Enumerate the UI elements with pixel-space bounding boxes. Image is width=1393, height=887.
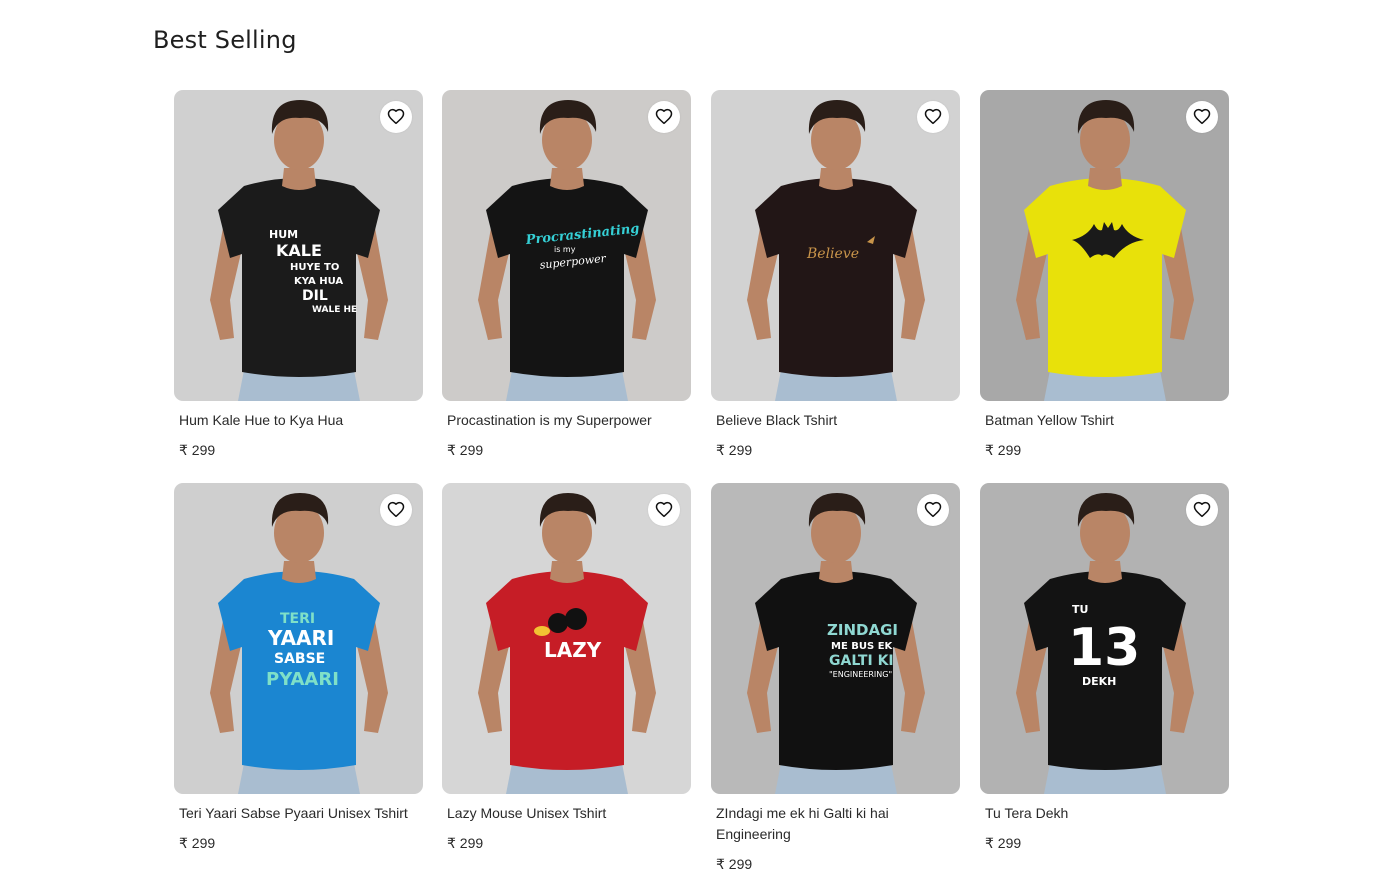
svg-text:GALTI KI: GALTI KI [829,653,894,669]
svg-text:PYAARI: PYAARI [266,669,339,690]
product-image[interactable]: ZINDAGI ME BUS EK GALTI KI "ENGINEERING" [711,483,960,794]
product-price: ₹ 299 [447,442,484,458]
product-photo[interactable]: LAZY [442,483,691,794]
product-price: ₹ 299 [985,835,1022,851]
product-card[interactable]: Batman Yellow Tshirt ₹ 299 [980,90,1229,460]
product-price: ₹ 299 [447,835,484,851]
product-card[interactable]: ZINDAGI ME BUS EK GALTI KI "ENGINEERING"… [711,483,960,874]
product-photo[interactable]: Believe [711,90,960,401]
product-image[interactable] [980,90,1229,401]
svg-text:LAZY: LAZY [544,638,602,662]
product-name[interactable]: Lazy Mouse Unisex Tshirt [447,803,677,824]
product-photo[interactable] [980,90,1229,401]
svg-text:KALE: KALE [276,241,322,260]
product-image[interactable]: LAZY [442,483,691,794]
product-price: ₹ 299 [179,442,216,458]
wishlist-button[interactable] [380,494,412,526]
svg-text:DIL: DIL [302,288,328,304]
svg-text:HUM: HUM [269,228,298,241]
heart-outline-icon [1193,108,1211,125]
heart-outline-icon [655,108,673,125]
heart-outline-icon [1193,501,1211,518]
product-photo[interactable]: ZINDAGI ME BUS EK GALTI KI "ENGINEERING" [711,483,960,794]
heart-outline-icon [655,501,673,518]
svg-text:13: 13 [1068,618,1140,678]
product-image[interactable]: Procrastinating is my superpower [442,90,691,401]
product-name[interactable]: Hum Kale Hue to Kya Hua [179,410,409,431]
product-card[interactable]: LAZY Lazy Mouse Unisex Tshirt ₹ 299 [442,483,691,853]
product-name[interactable]: Tu Tera Dekh [985,803,1215,824]
svg-text:YAARI: YAARI [267,626,334,650]
product-name[interactable]: Teri Yaari Sabse Pyaari Unisex Tshirt [179,803,409,824]
wishlist-button[interactable] [917,494,949,526]
product-name[interactable]: Procastination is my Superpower [447,410,677,431]
wishlist-button[interactable] [917,101,949,133]
svg-text:SABSE: SABSE [274,651,325,667]
product-photo[interactable]: HUM KALE HUYE TO KYA HUA DIL WALE HE [174,90,423,401]
product-card[interactable]: HUM KALE HUYE TO KYA HUA DIL WALE HE Hum… [174,90,423,460]
product-name[interactable]: Batman Yellow Tshirt [985,410,1215,431]
svg-text:ZINDAGI: ZINDAGI [827,621,898,639]
product-card[interactable]: Procrastinating is my superpower Procast… [442,90,691,460]
product-photo[interactable]: TERI YAARI SABSE PYAARI [174,483,423,794]
svg-text:ME BUS EK: ME BUS EK [831,641,894,652]
product-image[interactable]: TU 13 DEKH [980,483,1229,794]
svg-text:DEKH: DEKH [1082,675,1116,688]
section-title: Best Selling [153,26,297,54]
product-price: ₹ 299 [179,835,216,851]
wishlist-button[interactable] [380,101,412,133]
svg-text:Believe: Believe [806,246,859,262]
product-card[interactable]: TERI YAARI SABSE PYAARI Teri Yaari Sabse… [174,483,423,853]
product-card[interactable]: TU 13 DEKH Tu Tera Dekh ₹ 299 [980,483,1229,853]
wishlist-button[interactable] [648,494,680,526]
heart-outline-icon [924,501,942,518]
svg-text:KYA HUA: KYA HUA [294,276,343,287]
product-photo[interactable]: Procrastinating is my superpower [442,90,691,401]
product-price: ₹ 299 [716,856,753,872]
heart-outline-icon [924,108,942,125]
svg-text:HUYE TO: HUYE TO [290,262,339,273]
svg-text:TERI: TERI [280,611,315,627]
svg-text:WALE HE: WALE HE [312,305,357,315]
product-price: ₹ 299 [716,442,753,458]
product-name[interactable]: Believe Black Tshirt [716,410,946,431]
svg-text:"ENGINEERING": "ENGINEERING" [829,670,892,679]
product-name[interactable]: ZIndagi me ek hi Galti ki hai Engineerin… [716,803,946,845]
product-price: ₹ 299 [985,442,1022,458]
wishlist-button[interactable] [1186,101,1218,133]
wishlist-button[interactable] [1186,494,1218,526]
heart-outline-icon [387,108,405,125]
product-photo[interactable]: TU 13 DEKH [980,483,1229,794]
product-card[interactable]: Believe Believe Black Tshirt ₹ 299 [711,90,960,460]
product-image[interactable]: Believe [711,90,960,401]
svg-text:TU: TU [1072,603,1088,616]
wishlist-button[interactable] [648,101,680,133]
product-image[interactable]: TERI YAARI SABSE PYAARI [174,483,423,794]
product-image[interactable]: HUM KALE HUYE TO KYA HUA DIL WALE HE [174,90,423,401]
svg-text:is my: is my [554,245,576,254]
heart-outline-icon [387,501,405,518]
